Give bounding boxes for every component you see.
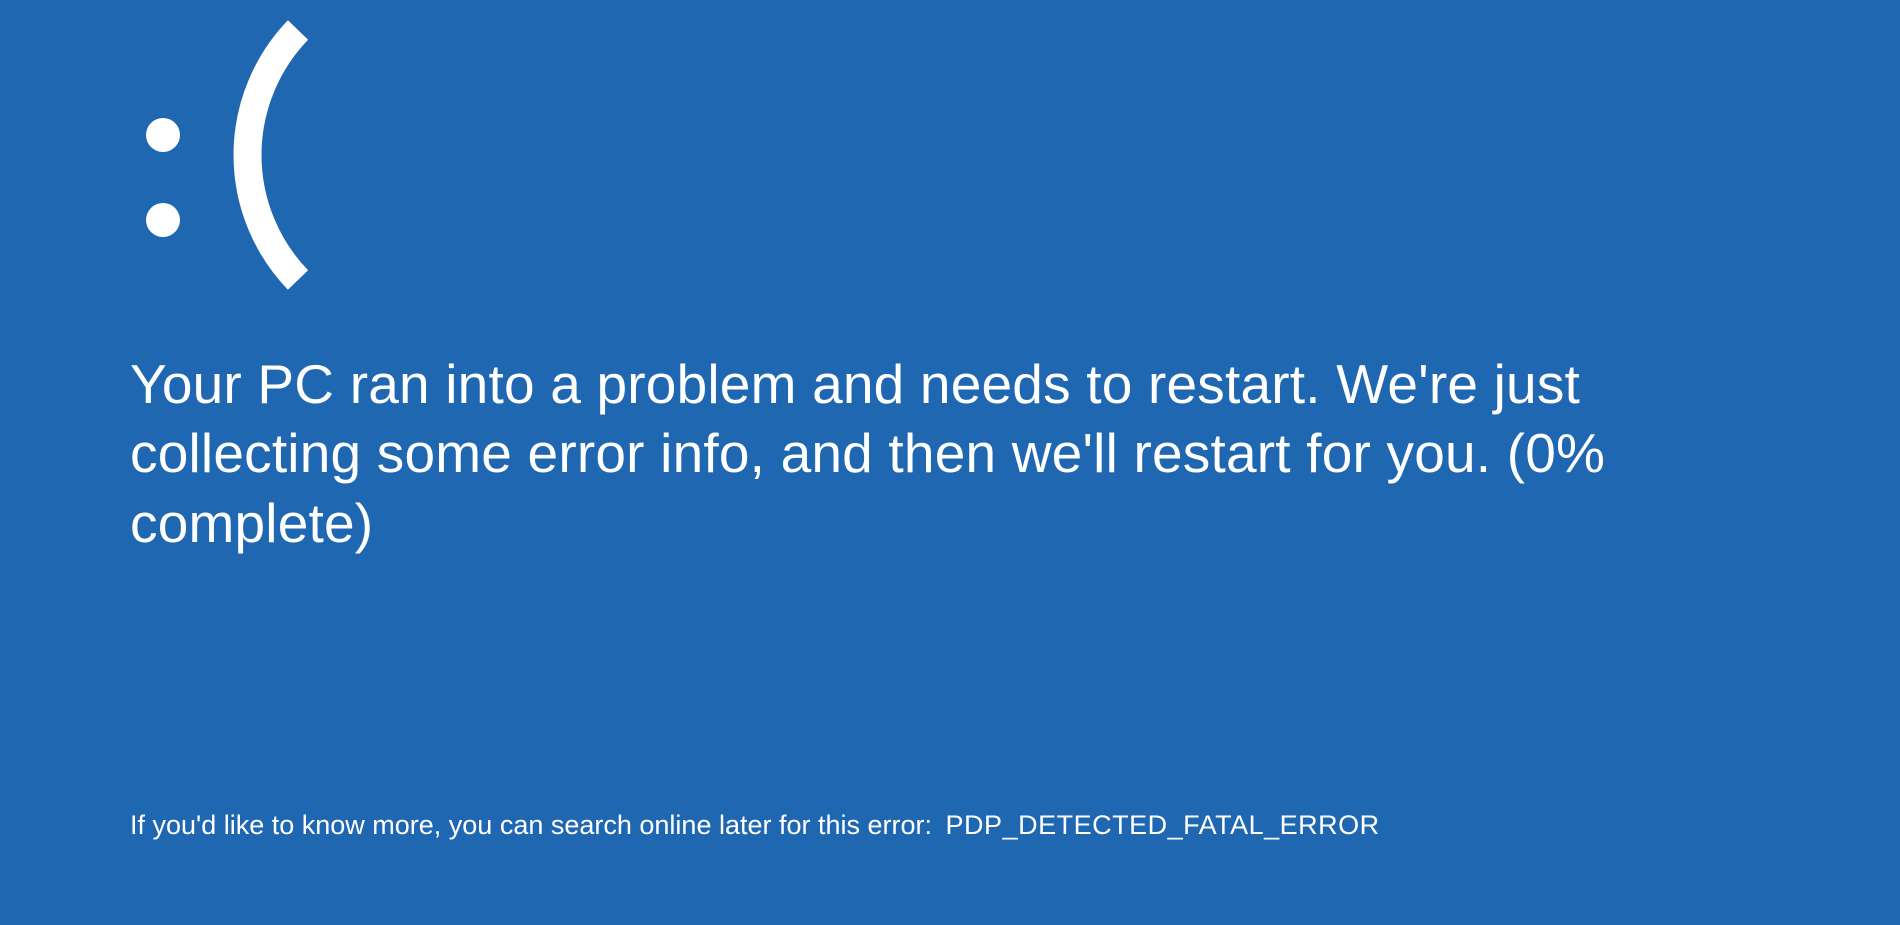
sad-face-icon: [138, 20, 1770, 290]
error-code: PDP_DETECTED_FATAL_ERROR: [946, 810, 1380, 840]
message-line-1: Your PC ran into a problem and needs to …: [130, 350, 1680, 419]
error-message: Your PC ran into a problem and needs to …: [130, 350, 1680, 558]
error-footer: If you'd like to know more, you can sear…: [130, 810, 1380, 841]
footer-prefix: If you'd like to know more, you can sear…: [130, 810, 932, 840]
message-line-2: collecting some error info, and then we'…: [130, 419, 1680, 488]
bsod-content: Your PC ran into a problem and needs to …: [130, 20, 1770, 558]
message-line-3: complete): [130, 489, 1680, 558]
